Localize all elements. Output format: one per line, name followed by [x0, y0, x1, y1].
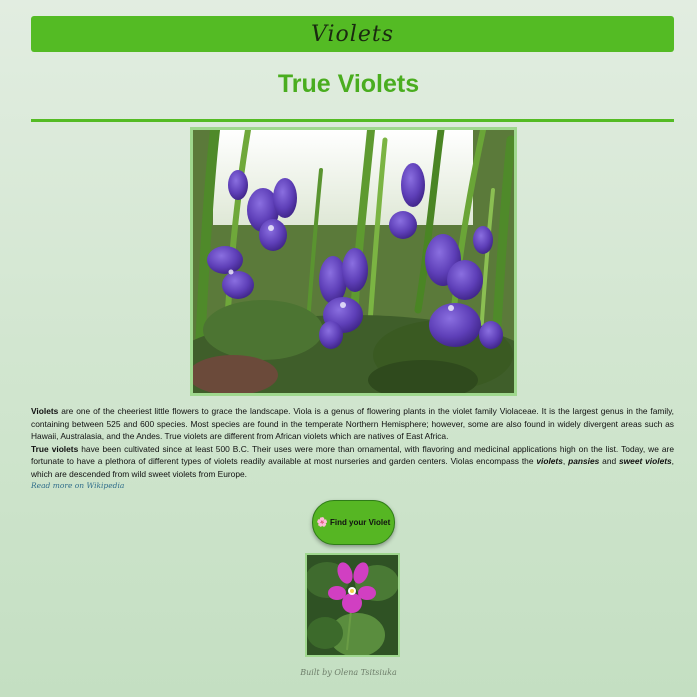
description-bold-true-violets: True violets — [31, 443, 79, 454]
description-bold-violets: Violets — [31, 406, 59, 416]
flower-icon: 🌸 — [316, 517, 328, 527]
description-and: and — [599, 456, 619, 467]
find-button-label: Find your Violet — [329, 518, 391, 527]
description-em-sweet-violets: sweet violets — [619, 456, 672, 467]
divider — [31, 119, 674, 122]
description-em-violets: violets — [536, 456, 563, 467]
thumbnail-violet-image[interactable] — [305, 553, 400, 657]
description: Violets are one of the cheeriest little … — [31, 405, 674, 481]
page-title: True Violets — [277, 70, 420, 98]
description-em-pansies: pansies — [568, 456, 600, 467]
header-banner: Violets — [31, 16, 674, 52]
main-violet-image — [190, 127, 517, 396]
banner-title: Violets — [311, 21, 394, 47]
read-more-link[interactable]: Read more on Wikipedia — [31, 481, 124, 490]
find-your-violet-button[interactable]: 🌸 Find your Violet — [312, 500, 395, 545]
description-paragraph-1: Violets are one of the cheeriest little … — [31, 405, 674, 443]
footer-credit: Built by Olena Tsitsiuka — [300, 668, 397, 677]
description-paragraph-2: True violets have been cultivated since … — [31, 443, 674, 481]
description-text-1: are one of the cheeriest little flowers … — [31, 406, 674, 442]
